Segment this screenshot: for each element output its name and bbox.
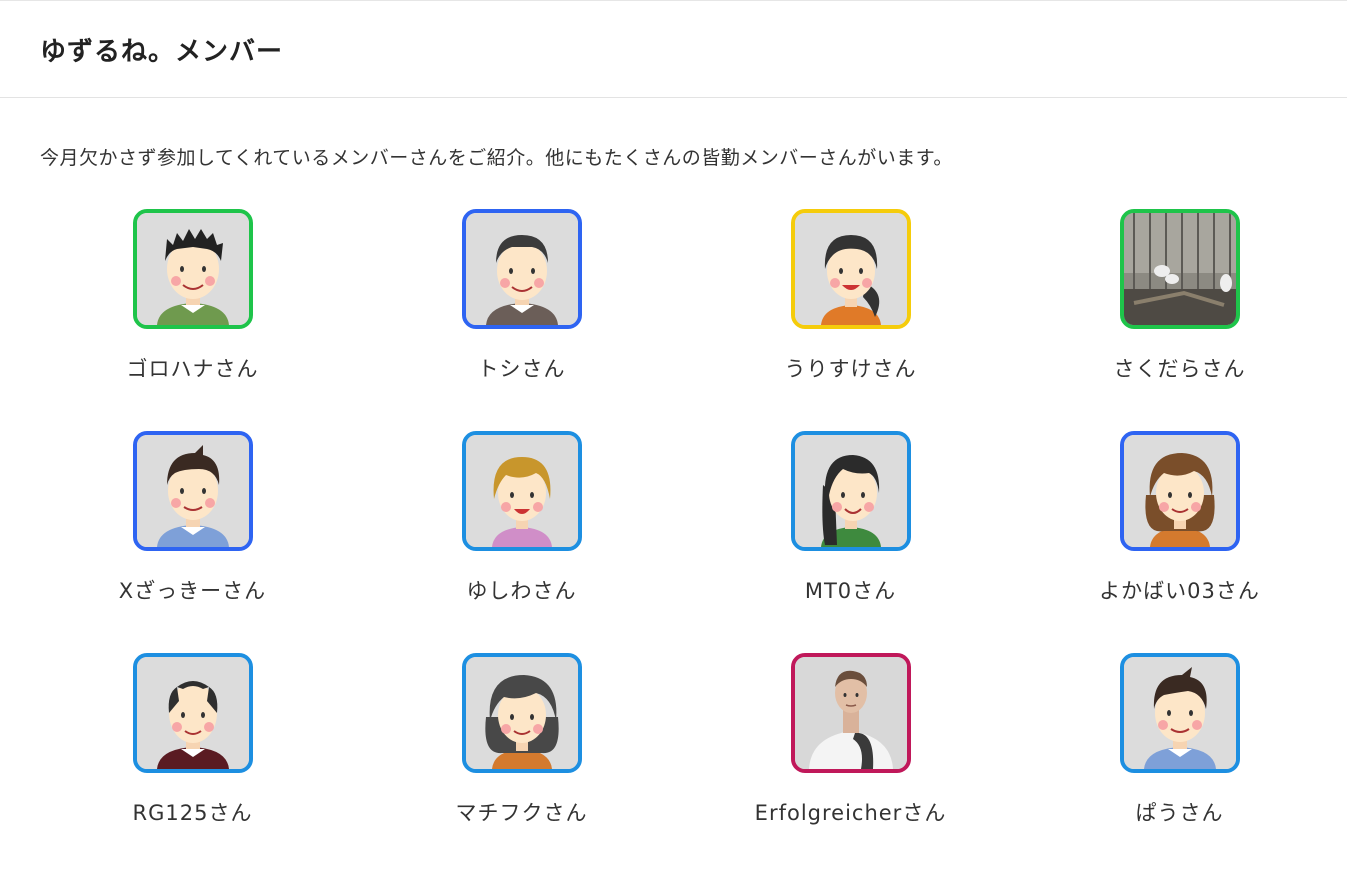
member-name[interactable]: Erfolgreicherさん [755, 797, 947, 827]
avatar[interactable] [132, 431, 253, 551]
avatar[interactable] [132, 653, 253, 773]
avatar[interactable] [790, 431, 911, 551]
member-item[interactable]: ゴロハナさん [28, 209, 357, 431]
member-item[interactable]: マチフクさん [357, 653, 686, 875]
woman-brown-hair-orange-shirt-icon [1123, 435, 1236, 547]
member-name[interactable]: RG125さん [133, 797, 253, 827]
woman-bob-hair-orange-shirt-icon [465, 657, 578, 769]
member-name[interactable]: さくだらさん [1114, 353, 1246, 383]
member-name[interactable]: よかばい03さん [1099, 575, 1260, 605]
member-name[interactable]: マチフクさん [456, 797, 588, 827]
avatar[interactable] [790, 653, 911, 773]
woman-long-dark-hair-green-shirt-icon [794, 435, 907, 547]
members-card: ゆずるね。メンバー 今月欠かさず参加してくれているメンバーさんをご紹介。他にもた… [0, 0, 1347, 888]
member-item[interactable]: ぱうさん [1015, 653, 1344, 875]
member-name[interactable]: ゆしわさん [467, 575, 577, 605]
member-item[interactable]: ゆしわさん [357, 431, 686, 653]
member-name[interactable]: トシさん [478, 353, 566, 383]
member-grid: ゴロハナさん トシさん うりすけさん さくだらさん Xざっきーさん ゆしわさん … [28, 209, 1344, 875]
member-item[interactable]: トシさん [357, 209, 686, 431]
woman-ponytail-orange-shirt-icon [794, 213, 907, 325]
balding-man-maroon-sweater-icon [136, 657, 249, 769]
avatar[interactable] [461, 209, 582, 329]
member-name[interactable]: うりすけさん [785, 353, 917, 383]
card-header: ゆずるね。メンバー [0, 1, 1347, 98]
member-item[interactable]: Erfolgreicherさん [686, 653, 1015, 875]
photo-man-white-shirt-icon [794, 657, 907, 769]
blonde-person-pink-shirt-icon [465, 435, 578, 547]
member-name[interactable]: Xざっきーさん [119, 575, 266, 605]
member-item[interactable]: Xざっきーさん [28, 431, 357, 653]
avatar[interactable] [1119, 431, 1240, 551]
older-man-brown-sweater-icon [465, 213, 578, 325]
photo-birds-in-cage-icon [1123, 213, 1236, 325]
avatar[interactable] [1119, 653, 1240, 773]
intro-text: 今月欠かさず参加してくれているメンバーさんをご紹介。他にもたくさんの皆勤メンバー… [40, 147, 953, 169]
member-item[interactable]: さくだらさん [1015, 209, 1344, 431]
member-item[interactable]: よかばい03さん [1015, 431, 1344, 653]
avatar[interactable] [461, 431, 582, 551]
member-item[interactable]: MT0さん [686, 431, 1015, 653]
young-man-blue-shirt-icon [1123, 657, 1236, 769]
avatar[interactable] [1119, 209, 1240, 329]
member-name[interactable]: MT0さん [805, 575, 896, 605]
member-name[interactable]: ぱうさん [1136, 797, 1224, 827]
avatar[interactable] [461, 653, 582, 773]
avatar[interactable] [790, 209, 911, 329]
member-name[interactable]: ゴロハナさん [127, 353, 259, 383]
man-blue-shirt-icon [136, 435, 249, 547]
member-item[interactable]: うりすけさん [686, 209, 1015, 431]
boy-spiky-hair-green-shirt-icon [136, 213, 249, 325]
page-title: ゆずるね。メンバー [40, 36, 284, 67]
avatar[interactable] [132, 209, 253, 329]
member-item[interactable]: RG125さん [28, 653, 357, 875]
